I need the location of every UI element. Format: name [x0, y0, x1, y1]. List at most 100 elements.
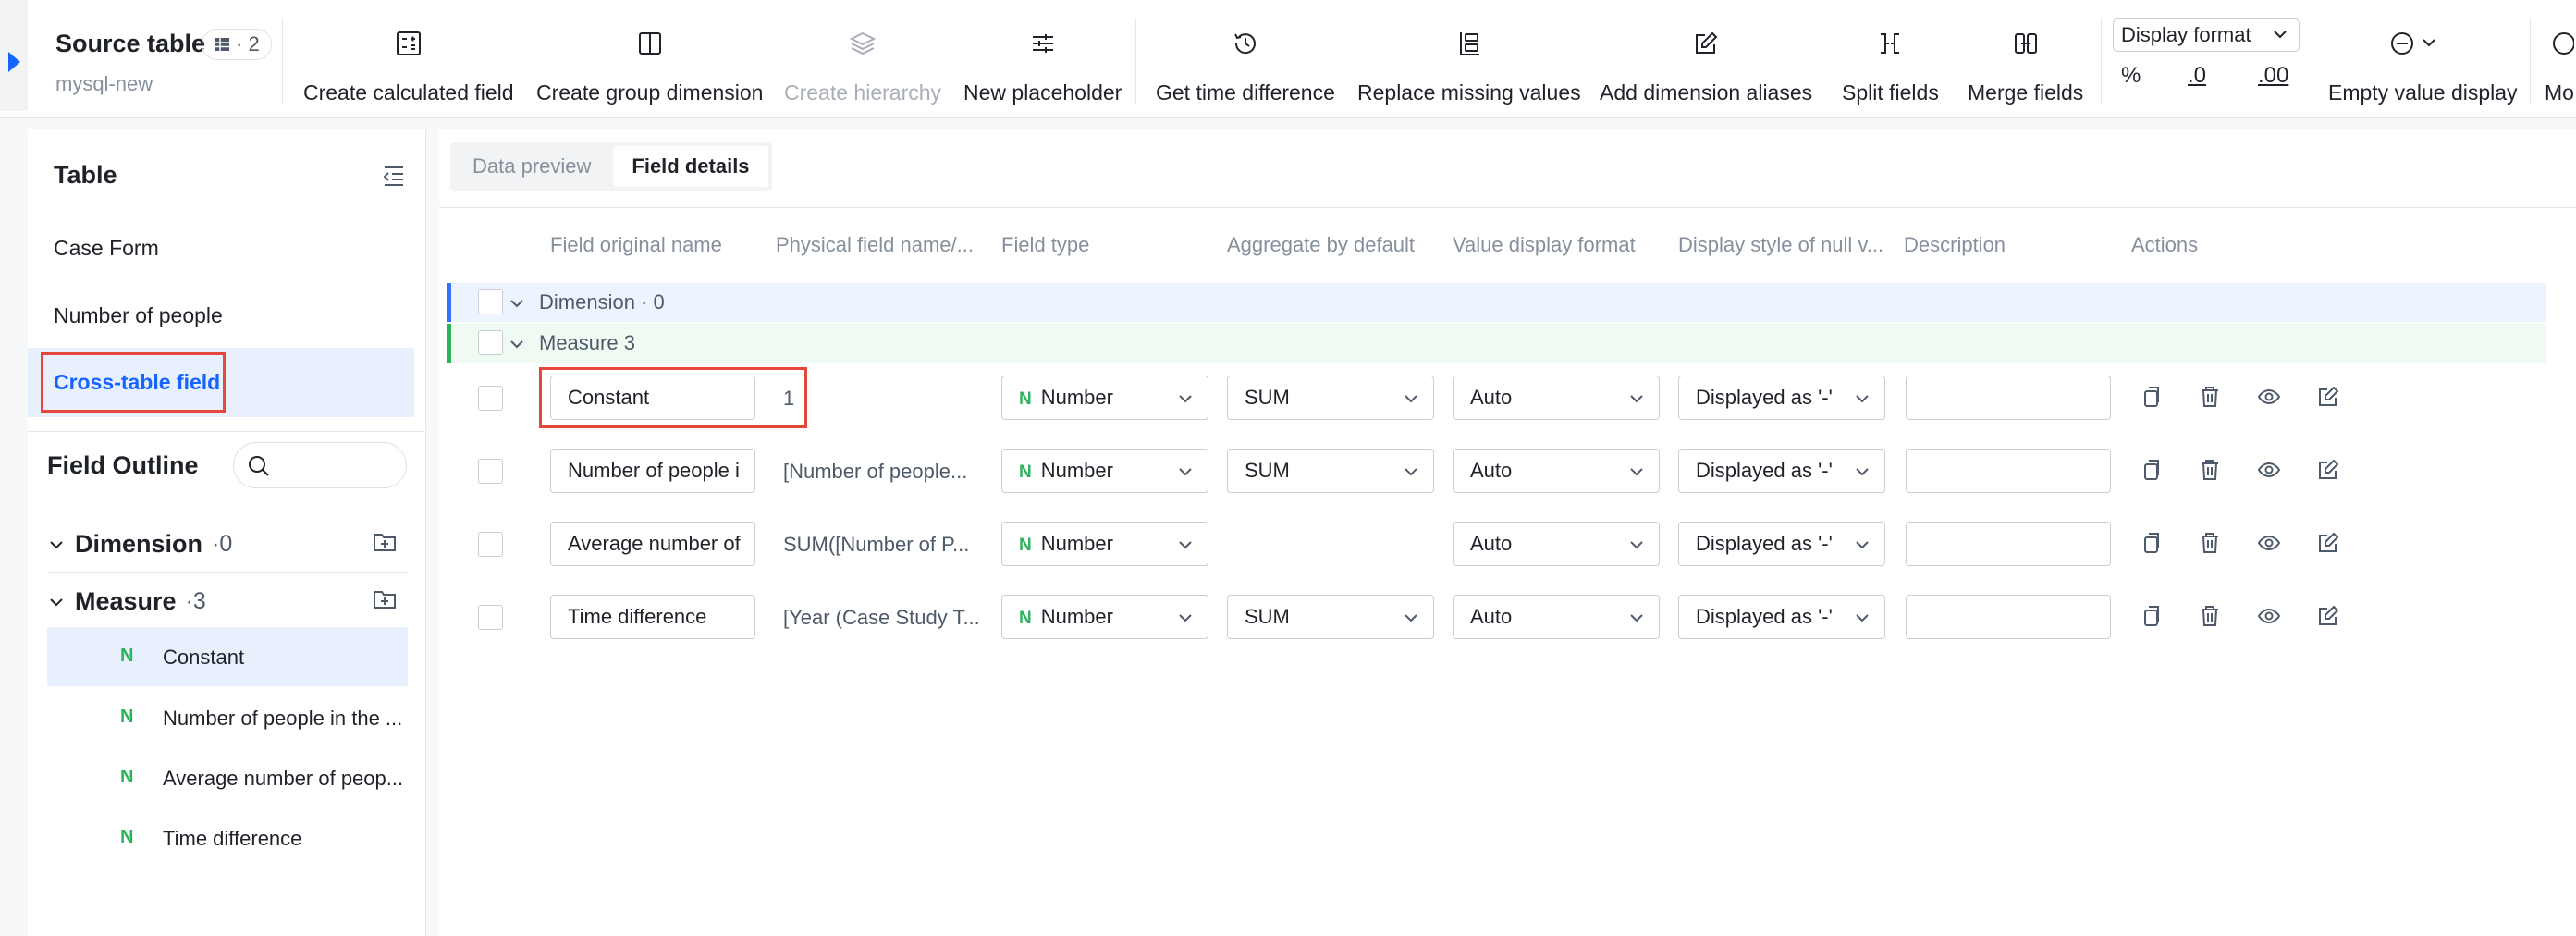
value-format-select[interactable]: Auto [1453, 376, 1660, 420]
eye-icon[interactable] [2257, 458, 2281, 486]
column-header-actions: Actions [2131, 233, 2199, 256]
clock-icon [1230, 28, 1261, 59]
empty-value-display-button[interactable]: Empty value display [2328, 28, 2518, 105]
add-folder-icon[interactable] [372, 529, 398, 555]
description-input[interactable] [1906, 449, 2111, 493]
outline-group-measure[interactable]: Measure ·3 [47, 587, 206, 616]
create-group-dimension-button[interactable]: Create group dimension [536, 28, 763, 105]
button-label: New placeholder [963, 80, 1122, 105]
row-checkbox[interactable] [478, 330, 503, 355]
create-hierarchy-button[interactable]: Create hierarchy [784, 28, 941, 105]
eye-icon[interactable] [2257, 531, 2281, 560]
layers-icon [847, 28, 878, 59]
decimal-two-icon[interactable]: .00 [2258, 63, 2288, 89]
display-format-select[interactable]: Display format [2113, 18, 2300, 52]
chevron-down-icon[interactable] [508, 294, 526, 313]
field-type-select[interactable]: N Number [1001, 522, 1208, 566]
delete-icon[interactable] [2198, 604, 2222, 633]
physical-name-cell: [Number of people... [783, 460, 968, 483]
field-search-input[interactable] [233, 442, 407, 488]
edit-icon[interactable] [2316, 531, 2340, 560]
column-header-null-style: Display style of null v... [1678, 233, 1884, 256]
view-tabs: Data preview Field details [450, 142, 772, 191]
description-input[interactable] [1906, 376, 2111, 420]
original-name-input[interactable]: Number of people i [550, 449, 755, 493]
group-color-bar [447, 324, 451, 363]
calculator-icon [393, 28, 424, 59]
create-calculated-field-button[interactable]: Create calculated field [303, 28, 514, 105]
number-type-icon: N [120, 827, 134, 847]
chevron-down-icon[interactable] [508, 335, 526, 353]
toolbar-divider [2530, 18, 2531, 104]
description-input[interactable] [1906, 595, 2111, 639]
split-fields-button[interactable]: Split fields [1842, 28, 1939, 105]
add-dimension-aliases-button[interactable]: Add dimension aliases [1600, 28, 1812, 105]
tab-data-preview[interactable]: Data preview [454, 146, 609, 187]
aggregate-select[interactable]: SUM [1227, 449, 1434, 493]
percent-format-icon[interactable]: % [2121, 63, 2141, 89]
value-format-select[interactable]: Auto [1453, 449, 1660, 493]
field-name: Number of people in the ... [163, 707, 403, 730]
row-checkbox[interactable] [478, 289, 503, 314]
tab-field-details[interactable]: Field details [613, 146, 768, 187]
edit-icon[interactable] [2316, 604, 2340, 633]
original-name-input[interactable]: Average number of [550, 522, 755, 566]
field-type-select[interactable]: N Number [1001, 595, 1208, 639]
replace-icon [1454, 28, 1485, 59]
edit-icon[interactable] [2316, 385, 2340, 413]
eye-icon[interactable] [2257, 385, 2281, 413]
left-collapse-toggle[interactable] [0, 0, 28, 111]
delete-icon[interactable] [2198, 531, 2222, 560]
row-checkbox[interactable] [478, 605, 503, 630]
annotation-red-box [539, 367, 807, 428]
outline-group-dimension[interactable]: Dimension ·0 [47, 530, 232, 559]
copy-icon[interactable] [2139, 385, 2163, 413]
row-checkbox[interactable] [478, 459, 503, 484]
get-time-difference-button[interactable]: Get time difference [1156, 28, 1335, 105]
field-type-select[interactable]: N Number [1001, 376, 1208, 420]
merge-fields-button[interactable]: Merge fields [1968, 28, 2083, 105]
edit-icon[interactable] [2316, 458, 2340, 486]
replace-missing-values-button[interactable]: Replace missing values [1357, 28, 1581, 105]
chevron-down-icon [50, 540, 63, 548]
button-label: Create calculated field [303, 80, 514, 105]
row-checkbox[interactable] [478, 532, 503, 557]
null-style-select[interactable]: Displayed as '-' [1678, 449, 1885, 493]
eye-icon[interactable] [2257, 604, 2281, 633]
row-checkbox[interactable] [478, 386, 503, 411]
source-table-badge[interactable]: · 2 [202, 29, 272, 60]
new-placeholder-button[interactable]: New placeholder [963, 28, 1122, 105]
more-icon [2545, 28, 2576, 59]
chevron-down-icon [1179, 541, 1192, 549]
group-row-dimension[interactable]: Dimension · 0 [447, 283, 2546, 322]
copy-icon[interactable] [2139, 458, 2163, 486]
field-type-select[interactable]: N Number [1001, 449, 1208, 493]
split-icon [1874, 28, 1906, 59]
button-label: Add dimension aliases [1600, 80, 1813, 105]
aggregate-select[interactable]: SUM [1227, 376, 1434, 420]
group-row-measure[interactable]: Measure 3 [447, 324, 2546, 363]
delete-icon[interactable] [2198, 458, 2222, 486]
null-style-select[interactable]: Displayed as '-' [1678, 522, 1885, 566]
value-format-select[interactable]: Auto [1453, 595, 1660, 639]
null-style-select[interactable]: Displayed as '-' [1678, 595, 1885, 639]
null-style-select[interactable]: Displayed as '-' [1678, 376, 1885, 420]
left-panel: Table Case Form Number of people Cross-t… [28, 129, 426, 936]
value-format-select[interactable]: Auto [1453, 522, 1660, 566]
copy-icon[interactable] [2139, 531, 2163, 560]
decimal-one-icon[interactable]: .0 [2188, 63, 2206, 89]
aggregate-select[interactable]: SUM [1227, 595, 1434, 639]
table-item-cross-table-field[interactable]: Cross-table field [54, 370, 220, 395]
delete-icon[interactable] [2198, 385, 2222, 413]
original-name-input[interactable]: Time difference [550, 595, 755, 639]
copy-icon[interactable] [2139, 604, 2163, 633]
description-input[interactable] [1906, 522, 2111, 566]
group-label: Dimension · 0 [539, 290, 665, 314]
more-button[interactable]: Mo [2545, 28, 2576, 105]
value-format-value: Auto [1470, 605, 1513, 628]
add-folder-icon[interactable] [372, 586, 398, 612]
collapse-panel-icon[interactable] [381, 163, 407, 189]
aggregate-value: SUM [1245, 459, 1290, 482]
table-item-number-of-people[interactable]: Number of people [54, 303, 223, 328]
table-item-case-form[interactable]: Case Form [54, 236, 159, 261]
